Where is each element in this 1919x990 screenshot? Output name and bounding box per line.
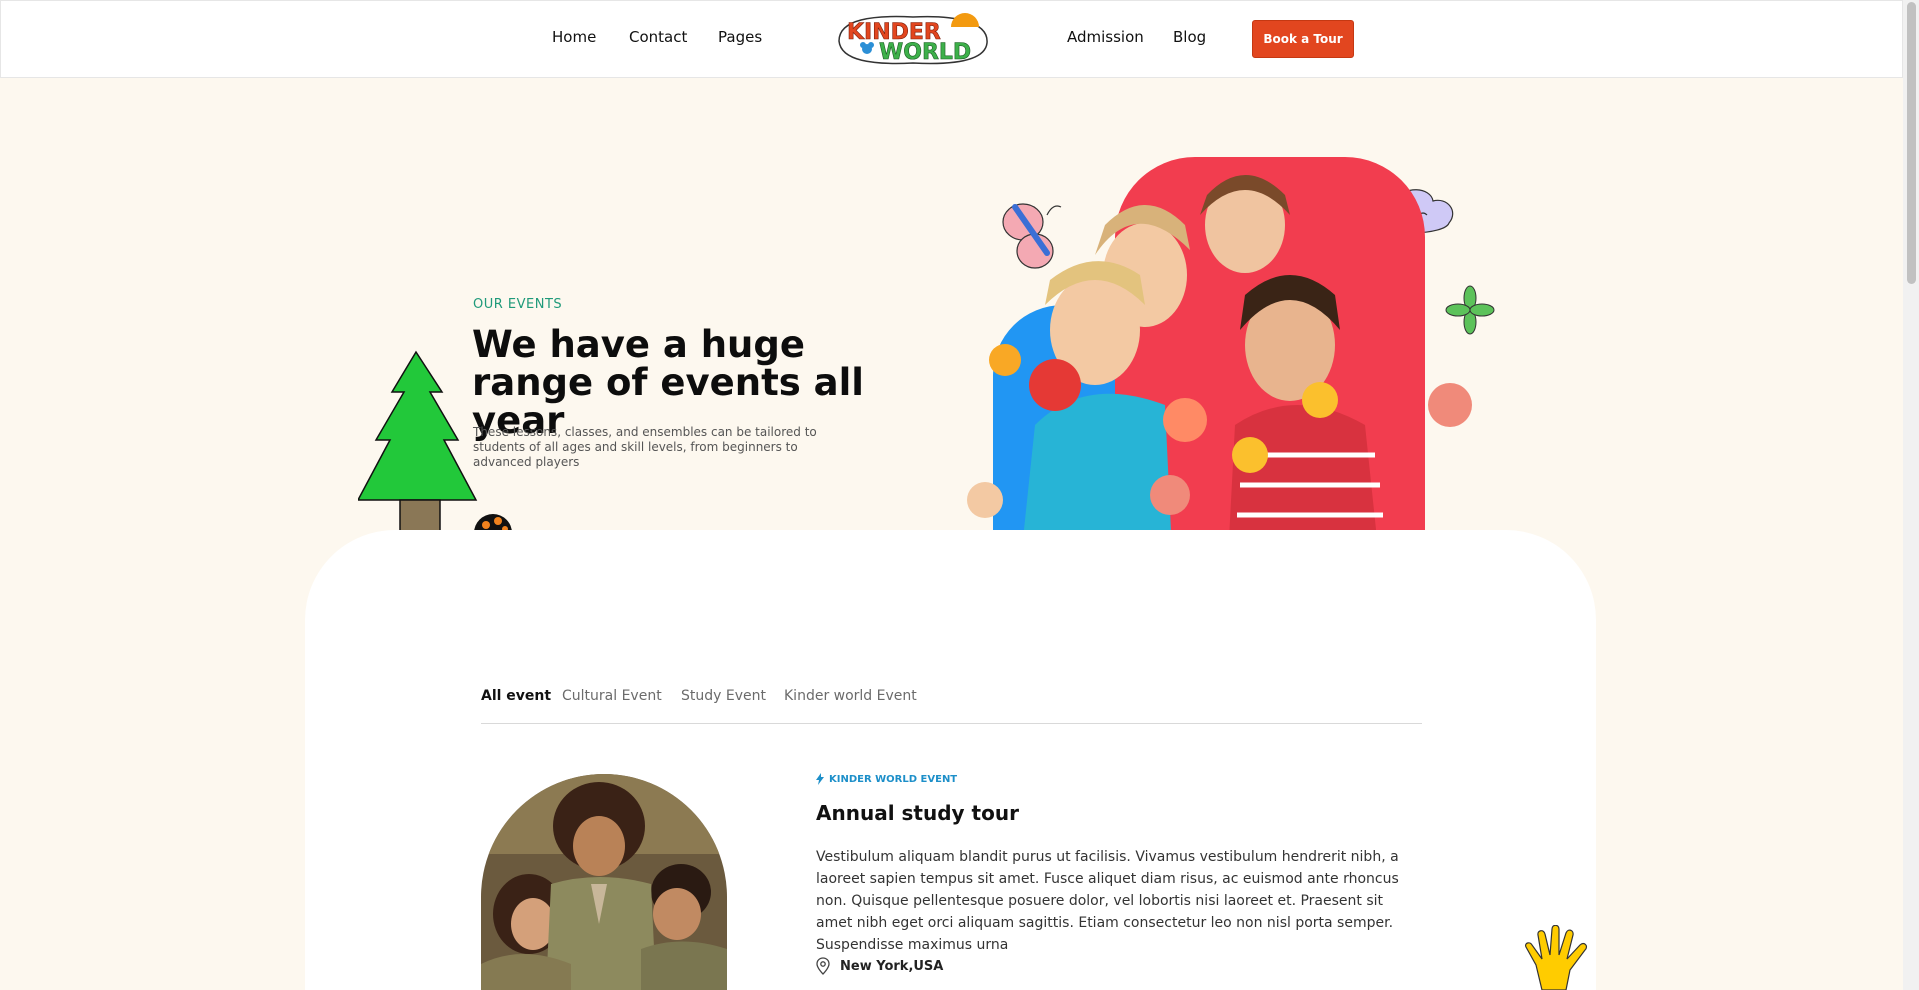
hero-description: These lessons, classes, and ensembles ca…: [473, 425, 817, 469]
event-description: Vestibulum aliquam blandit purus ut faci…: [816, 849, 1399, 953]
scrollbar-thumb[interactable]: [1907, 2, 1916, 284]
flower-icon: [1445, 285, 1495, 335]
tab-kinder-world-event[interactable]: Kinder world Event: [784, 688, 917, 704]
event-tag-label: KINDER WORLD EVENT: [829, 773, 958, 785]
nav-admission[interactable]: Admission: [1067, 28, 1144, 46]
page-scrollbar[interactable]: [1903, 0, 1919, 990]
tab-all-event[interactable]: All event: [481, 688, 551, 704]
tree-icon: [358, 350, 478, 535]
event-tabs: All event Cultural Event Study Event Kin…: [481, 688, 1422, 724]
hero-title: We have a huge range of events all year: [472, 323, 864, 442]
nav-contact[interactable]: Contact: [629, 28, 687, 46]
tab-cultural-event[interactable]: Cultural Event: [562, 688, 662, 704]
event-location: New York,USA: [816, 957, 943, 975]
hero-eyebrow: OUR EVENTS: [473, 297, 563, 312]
tab-study-event[interactable]: Study Event: [681, 688, 766, 704]
event-category-tag: KINDER WORLD EVENT: [816, 773, 957, 785]
book-a-tour-button[interactable]: Book a Tour: [1252, 20, 1354, 58]
nav-home[interactable]: Home: [552, 28, 596, 46]
lightning-icon: [816, 773, 824, 785]
hand-icon: [1525, 925, 1588, 990]
butterfly-icon: [1002, 203, 1062, 269]
kinder-world-logo[interactable]: KINDER WORLD: [833, 9, 993, 69]
event-location-text: New York,USA: [840, 958, 944, 974]
location-pin-icon: [816, 957, 830, 975]
nav-pages[interactable]: Pages: [718, 28, 762, 46]
logo-text-bottom: WORLD: [879, 40, 971, 65]
event-title[interactable]: Annual study tour: [816, 801, 1019, 825]
nav-blog[interactable]: Blog: [1173, 28, 1206, 46]
site-header: Home Contact Pages KINDER WORLD Admissio…: [0, 0, 1903, 78]
